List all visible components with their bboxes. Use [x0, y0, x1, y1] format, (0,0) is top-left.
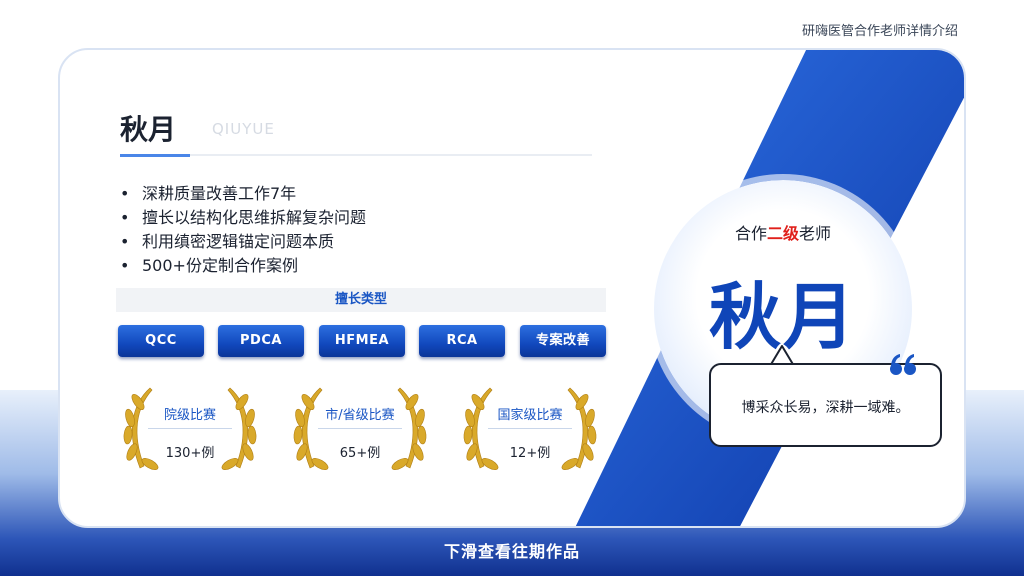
- bullet-item: 利用缜密逻辑锚定问题本质: [118, 230, 366, 254]
- award-count: 130+例: [165, 446, 215, 461]
- profile-bullets: 深耕质量改善工作7年 擅长以结构化思维拆解复杂问题 利用缜密逻辑锚定问题本质 5…: [118, 182, 366, 278]
- award-title: 国家级比赛: [497, 408, 563, 423]
- header-label: 研嗨医管合作老师详情介绍: [801, 24, 958, 39]
- laurel-wreath-icon: [123, 387, 257, 470]
- teacher-name: 秋月: [120, 113, 177, 146]
- bullet-item: 深耕质量改善工作7年: [118, 182, 366, 206]
- title-divider: [120, 154, 592, 156]
- award-divider: [148, 428, 232, 429]
- laurel-wreath-icon: [293, 387, 427, 470]
- tag-project-improvement: 专案改善: [520, 325, 606, 357]
- award-city-province-level: 市/省级比赛 65+例: [280, 380, 440, 480]
- level-prefix: 合作: [734, 224, 767, 243]
- scroll-hint-caption[interactable]: 下滑查看往期作品: [0, 538, 1024, 562]
- specialty-title: 擅长类型: [116, 288, 606, 312]
- award-divider: [318, 428, 402, 429]
- teacher-level-label: 合作二级老师: [654, 220, 912, 244]
- award-hospital-level: 院级比赛 130+例: [110, 380, 270, 480]
- tag-pdca: PDCA: [218, 325, 304, 357]
- specialty-tags: QCC PDCA HFMEA RCA 专案改善: [116, 325, 608, 359]
- laurel-wreath-icon: [463, 387, 597, 470]
- bullet-item: 500+份定制合作案例: [118, 254, 366, 278]
- award-count: 12+例: [509, 446, 551, 461]
- tag-hfmea: HFMEA: [319, 325, 405, 357]
- bullet-item: 擅长以结构化思维拆解复杂问题: [118, 206, 366, 230]
- award-national-level: 国家级比赛 12+例: [450, 380, 610, 480]
- quote-text: 博采众长易，深耕一域难。: [741, 400, 910, 416]
- award-count: 65+例: [339, 446, 381, 461]
- teacher-pinyin: QIUYUE: [212, 120, 275, 138]
- award-divider: [488, 428, 572, 429]
- award-title: 院级比赛: [163, 408, 216, 423]
- quote-icon: [890, 354, 916, 375]
- tag-rca: RCA: [419, 325, 505, 357]
- level-highlight: 二级: [766, 224, 799, 243]
- title-divider-accent: [120, 154, 190, 157]
- award-title: 市/省级比赛: [325, 408, 395, 423]
- tag-qcc: QCC: [118, 325, 204, 357]
- level-suffix: 老师: [799, 224, 832, 243]
